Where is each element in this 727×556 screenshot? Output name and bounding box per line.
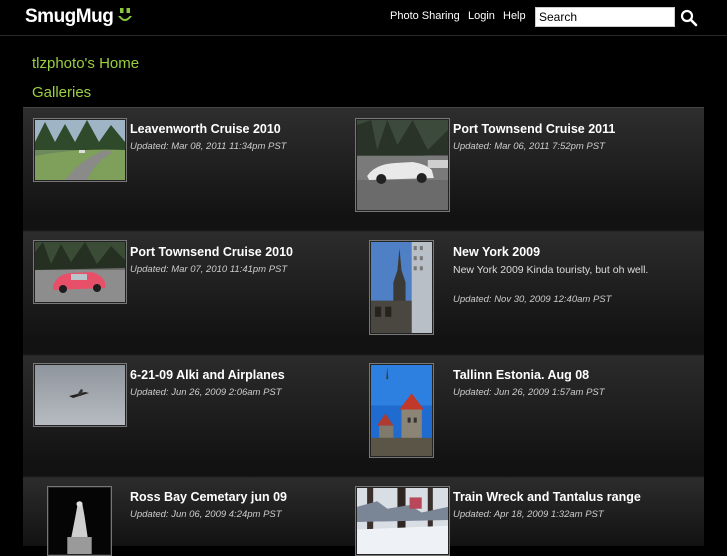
gallery-thumbnail[interactable] xyxy=(33,240,127,304)
home-title-link[interactable]: tlzphoto's Home xyxy=(32,55,139,72)
gallery-updated: Updated: Apr 18, 2009 1:32am PST xyxy=(453,509,604,520)
gallery-updated: Updated: Mar 07, 2010 11:41pm PST xyxy=(130,264,288,275)
gallery-updated: Updated: Jun 26, 2009 1:57am PST xyxy=(453,387,605,398)
road-trees-image xyxy=(35,120,125,180)
gallery-title[interactable]: Port Townsend Cruise 2011 xyxy=(453,122,615,136)
gallery-thumbnail[interactable] xyxy=(369,363,434,458)
galleries-heading: Galleries xyxy=(32,84,92,101)
cemetery-statue-image xyxy=(49,488,110,554)
red-car-image xyxy=(35,242,125,302)
gallery-title[interactable]: Port Townsend Cruise 2010 xyxy=(130,245,293,259)
search-icon[interactable] xyxy=(680,9,698,27)
gallery-updated: Updated: Jun 06, 2009 4:24pm PST xyxy=(130,509,282,520)
smiley-icon xyxy=(118,8,133,21)
gallery-thumbnail[interactable] xyxy=(33,118,127,182)
gallery-thumbnail[interactable] xyxy=(33,363,127,427)
gallery-thumbnail[interactable] xyxy=(369,240,434,335)
car-highway-image xyxy=(357,120,448,210)
search-input[interactable] xyxy=(535,7,675,27)
snowy-forest-image xyxy=(357,488,448,554)
gallery-updated: Updated: Jun 26, 2009 2:06am PST xyxy=(130,387,282,398)
gallery-updated: Updated: Nov 30, 2009 12:40am PST xyxy=(453,294,612,305)
gallery-title[interactable]: Train Wreck and Tantalus range xyxy=(453,490,641,504)
smugmug-logo[interactable]: SmugMug xyxy=(25,5,134,29)
nav-login[interactable]: Login xyxy=(468,10,495,22)
gallery-description: New York 2009 Kinda touristy, but oh wel… xyxy=(453,264,649,276)
gallery-updated: Updated: Mar 06, 2011 7:52pm PST xyxy=(453,141,605,152)
nav-help[interactable]: Help xyxy=(503,10,526,22)
tallinn-tower-image xyxy=(371,365,432,456)
gallery-updated: Updated: Mar 08, 2011 11:34pm PST xyxy=(130,141,287,152)
airplane-sky-image xyxy=(35,365,125,425)
nav-photo-sharing[interactable]: Photo Sharing xyxy=(390,10,460,22)
logo-text: SmugMug xyxy=(25,6,114,27)
gallery-title[interactable]: Leavenworth Cruise 2010 xyxy=(130,122,281,136)
gallery-title[interactable]: 6-21-09 Alki and Airplanes xyxy=(130,368,285,382)
new-york-spire-image xyxy=(371,242,432,333)
gallery-thumbnail[interactable] xyxy=(355,118,450,212)
gallery-title[interactable]: Ross Bay Cemetary jun 09 xyxy=(130,490,287,504)
gallery-thumbnail[interactable] xyxy=(47,486,112,556)
gallery-title[interactable]: New York 2009 xyxy=(453,245,540,259)
gallery-title[interactable]: Tallinn Estonia. Aug 08 xyxy=(453,368,589,382)
gallery-thumbnail[interactable] xyxy=(355,486,450,556)
top-bar: SmugMug Photo Sharing Login Help xyxy=(0,0,727,36)
